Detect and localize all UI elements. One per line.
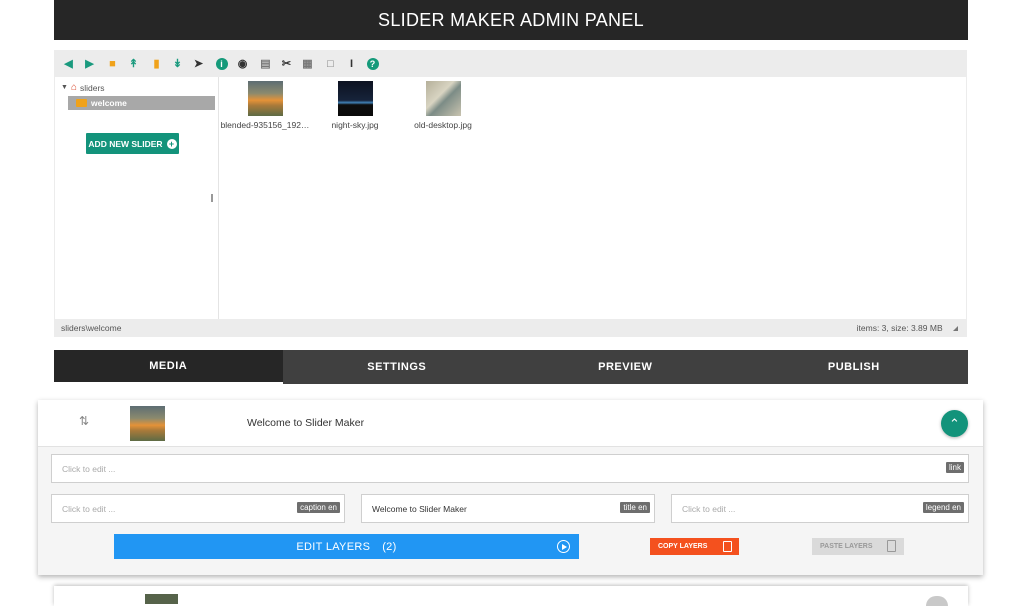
info-icon[interactable]: i (214, 57, 229, 72)
current-path: sliders\welcome (61, 322, 122, 333)
slide-thumbnail (145, 594, 178, 604)
rename-icon[interactable]: I (344, 57, 359, 72)
home-icon: ⌂ (70, 82, 77, 93)
upload-icon[interactable]: ↟ (126, 57, 141, 72)
slide-title: Welcome to Slider Maker (247, 417, 365, 429)
cut-icon[interactable]: ✂ (279, 57, 294, 72)
legend-tag: legend en (922, 502, 964, 513)
tree-root-label: sliders (79, 82, 105, 93)
slide-card: ⇅ Welcome to Slider Maker ⌃ Click to edi… (38, 400, 983, 575)
file-item[interactable]: blended-935156_192… (220, 78, 310, 130)
file-item[interactable]: night-sky.jpg (310, 78, 400, 130)
new-folder-icon[interactable]: ■ (105, 57, 120, 72)
link-field[interactable]: Click to edit ... link (51, 454, 969, 483)
legend-field[interactable]: Click to edit ... legend en (671, 494, 969, 523)
file-thumbnail (247, 81, 283, 116)
resize-corner-icon[interactable] (953, 325, 958, 331)
tree-root[interactable]: ▼ ⌂ sliders (61, 82, 105, 93)
view-icon[interactable]: ◉ (235, 57, 250, 72)
main-tabs: MEDIA SETTINGS PREVIEW PUBLISH (54, 350, 968, 384)
legend-placeholder: Click to edit ... (682, 504, 736, 514)
add-new-slider-label: ADD NEW SLIDER (88, 138, 163, 149)
file-name: old-desktop.jpg (414, 120, 472, 130)
caption-tag: caption en (297, 502, 340, 513)
items-info: items: 3, size: 3.89 MB (856, 322, 943, 333)
back-icon[interactable]: ◀ (61, 57, 76, 72)
file-thumbnail (425, 81, 461, 116)
select-icon[interactable]: ➤ (191, 57, 206, 72)
copy-icon (723, 541, 732, 552)
paste-icon[interactable]: ▦ (300, 57, 315, 72)
page-header: SLIDER MAKER ADMIN PANEL (54, 0, 968, 40)
link-tag: link (945, 462, 964, 473)
layers-count: (2) (382, 540, 397, 553)
edit-layers-button[interactable]: EDIT LAYERS (2) (114, 534, 579, 559)
file-thumbnail (337, 81, 373, 116)
edit-layers-label: EDIT LAYERS (296, 540, 371, 553)
tab-media[interactable]: MEDIA (54, 350, 283, 384)
copy-icon[interactable]: ▤ (258, 57, 273, 72)
tree-item-label: welcome (91, 98, 127, 108)
tree-item-welcome[interactable]: welcome (68, 96, 215, 110)
delete-icon[interactable]: □ (323, 57, 338, 72)
title-tag: title en (620, 502, 650, 513)
slide-thumbnail (130, 406, 165, 441)
link-placeholder: Click to edit ... (62, 464, 116, 474)
file-name: night-sky.jpg (331, 120, 379, 130)
file-statusbar: sliders\welcome items: 3, size: 3.89 MB (55, 319, 966, 336)
tab-preview[interactable]: PREVIEW (511, 350, 740, 384)
slide-card-header: ⇅ Welcome to Slider Maker ⌃ (38, 400, 983, 447)
tab-settings[interactable]: SETTINGS (283, 350, 512, 384)
new-file-icon[interactable]: ▮ (149, 57, 164, 72)
title-value: Welcome to Slider Maker (372, 504, 467, 514)
chevron-down-icon[interactable]: ▼ (61, 84, 68, 91)
sort-handle-icon[interactable]: ⇅ (79, 414, 89, 428)
add-new-slider-button[interactable]: ADD NEW SLIDER + (86, 133, 179, 154)
help-icon[interactable]: ? (365, 57, 380, 72)
download-icon[interactable]: ↡ (170, 57, 185, 72)
file-toolbar: ◀ ▶ ■ ↟ ▮ ↡ ➤ i ◉ ▤ ✂ ▦ □ I ? (55, 51, 966, 77)
slide-card-next (54, 586, 968, 606)
copy-layers-label: COPY LAYERS (658, 543, 708, 550)
tab-publish[interactable]: PUBLISH (740, 350, 969, 384)
file-list: blended-935156_192… night-sky.jpg old-de… (220, 77, 966, 321)
folder-icon (76, 99, 87, 107)
file-name: blended-935156_192… (220, 120, 310, 130)
forward-icon[interactable]: ▶ (82, 57, 97, 72)
collapse-button[interactable]: ⌃ (941, 410, 968, 437)
file-item[interactable]: old-desktop.jpg (398, 78, 488, 130)
paste-layers-label: PASTE LAYERS (820, 543, 873, 550)
caption-field[interactable]: Click to edit ... caption en (51, 494, 345, 523)
folder-tree: ▼ ⌂ sliders welcome ADD NEW SLIDER + (55, 77, 219, 321)
file-manager: ◀ ▶ ■ ↟ ▮ ↡ ➤ i ◉ ▤ ✂ ▦ □ I ? ▼ ⌂ slider… (54, 50, 967, 337)
clipboard-icon (887, 540, 896, 552)
pane-resize-handle[interactable] (211, 194, 213, 202)
plus-circle-icon: + (166, 138, 177, 149)
page-title: SLIDER MAKER ADMIN PANEL (378, 10, 644, 30)
play-circle-icon (557, 540, 570, 553)
copy-layers-button[interactable]: COPY LAYERS (650, 538, 739, 555)
caption-placeholder: Click to edit ... (62, 504, 116, 514)
paste-layers-button[interactable]: PASTE LAYERS (812, 538, 904, 555)
title-field[interactable]: Welcome to Slider Maker title en (361, 494, 655, 523)
collapse-button[interactable] (926, 596, 948, 606)
